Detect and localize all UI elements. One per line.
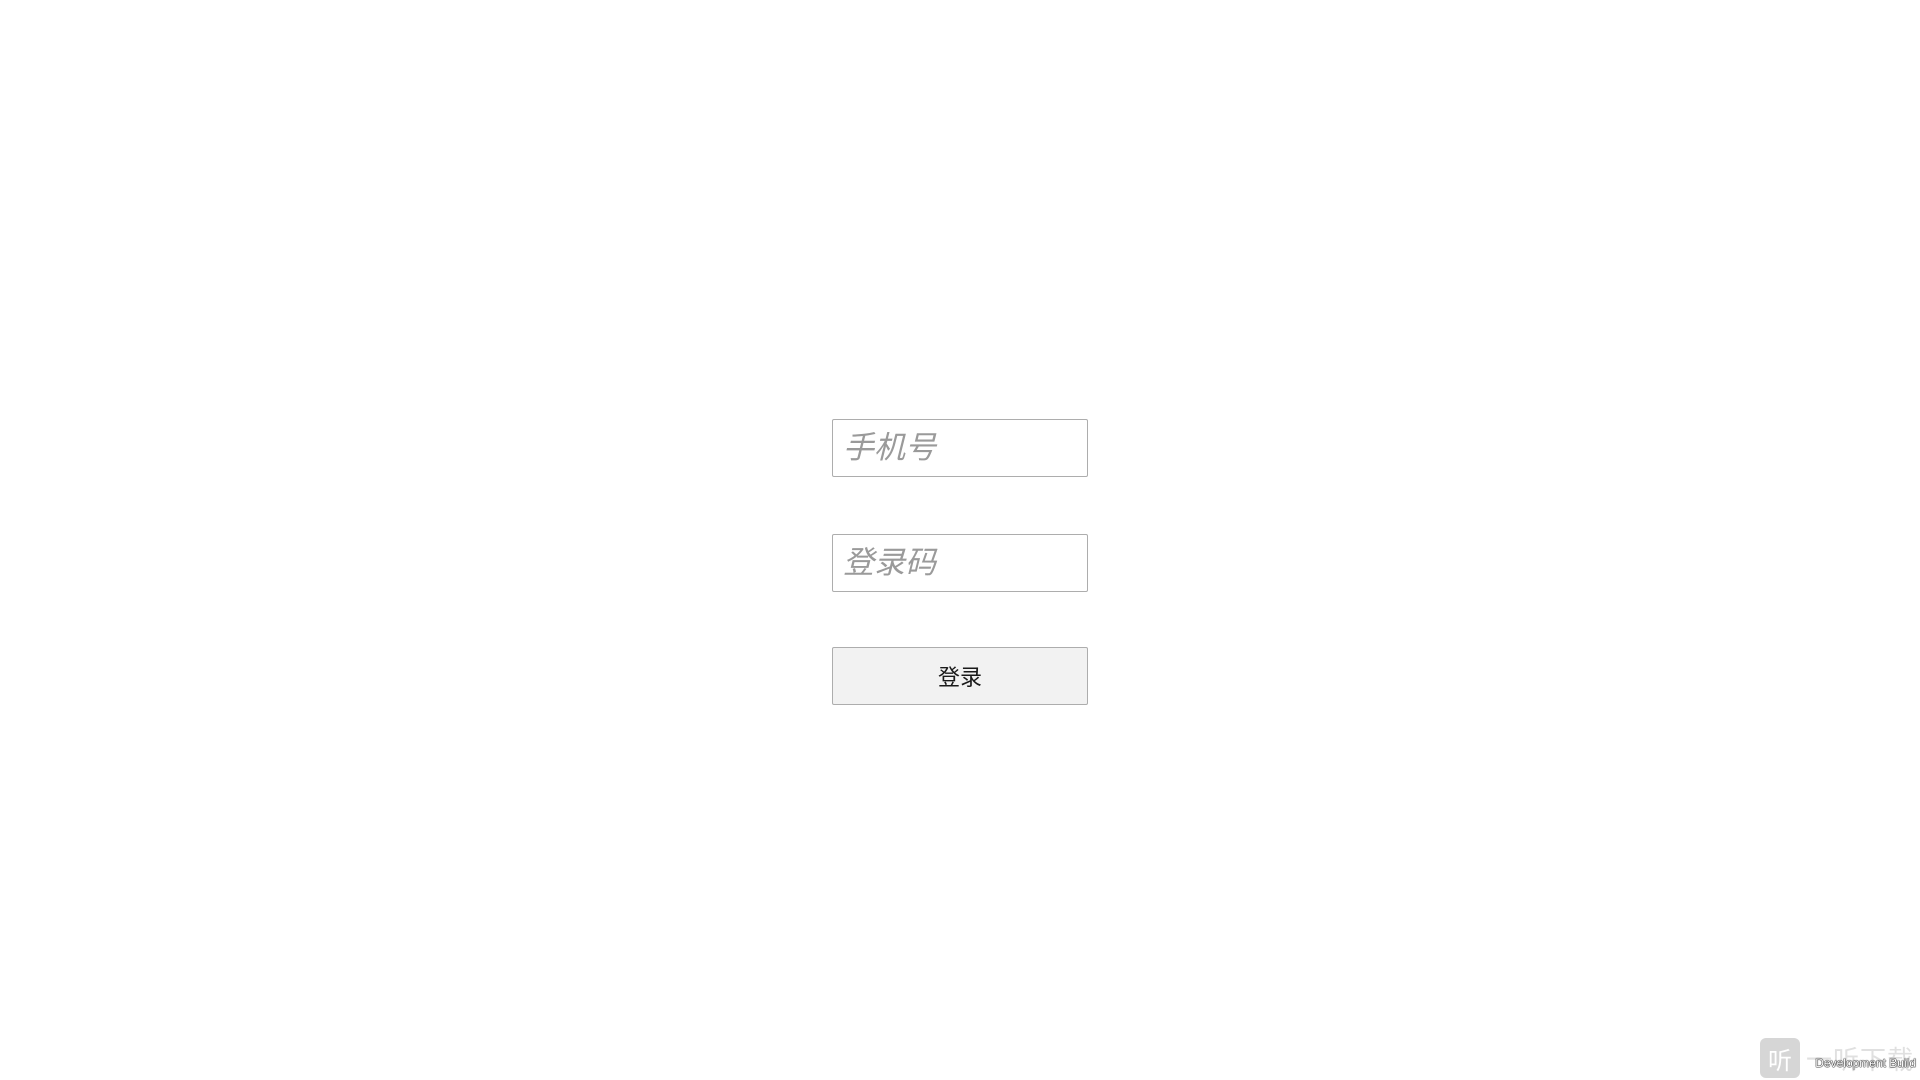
login-form: 登录 [832, 419, 1088, 705]
development-build-label: Development Build [1815, 1056, 1916, 1070]
login-button[interactable]: 登录 [832, 647, 1088, 705]
watermark-logo-icon: 听 [1760, 1038, 1800, 1078]
login-code-input[interactable] [832, 534, 1088, 592]
phone-number-input[interactable] [832, 419, 1088, 477]
